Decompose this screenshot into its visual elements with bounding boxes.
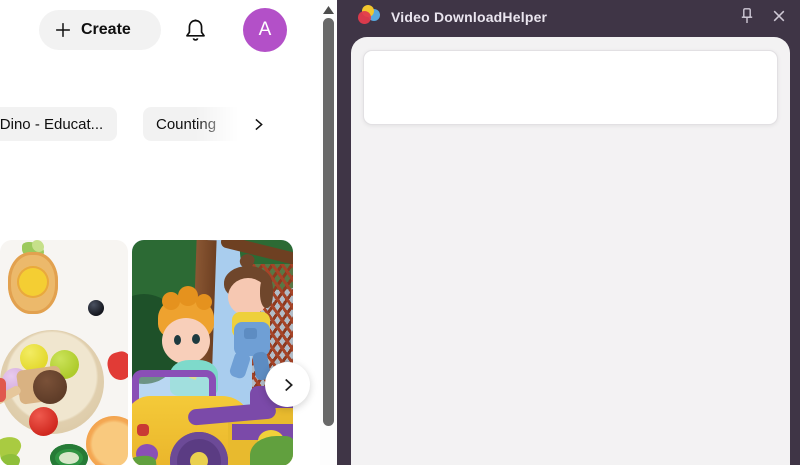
scrollbar-thumb[interactable] bbox=[323, 18, 334, 426]
kid1-curl bbox=[196, 294, 212, 310]
pineapple-center bbox=[17, 266, 49, 298]
chip-dino-educational[interactable]: Dino - Educat... bbox=[0, 107, 117, 141]
notifications-bell-icon bbox=[185, 18, 205, 41]
avatar[interactable]: A bbox=[243, 8, 287, 52]
chips-scroll-right-button[interactable] bbox=[246, 112, 270, 136]
plus-icon bbox=[56, 23, 70, 37]
car-taillight-red bbox=[137, 424, 149, 436]
orange-slice bbox=[86, 416, 128, 465]
kid1-curl bbox=[178, 286, 198, 306]
kid2-hair-side bbox=[260, 276, 273, 308]
pineapple-leaf bbox=[32, 240, 44, 252]
strawberry bbox=[104, 349, 128, 383]
logo-red-ball bbox=[358, 11, 371, 24]
kid1-eye bbox=[192, 334, 200, 344]
scrollbar[interactable] bbox=[320, 0, 337, 465]
video-thumbnail-cartoon-kids-car[interactable] bbox=[132, 240, 293, 465]
scroll-up-arrow-icon[interactable] bbox=[323, 6, 334, 14]
chip-label: Counting bbox=[156, 115, 217, 133]
create-button-label: Create bbox=[81, 21, 131, 38]
youtube-page: Create A Dino - Educat... Counting bbox=[0, 0, 337, 465]
car-wheel-hub bbox=[190, 452, 208, 465]
avatar-letter: A bbox=[258, 19, 272, 40]
close-button[interactable] bbox=[767, 4, 791, 28]
kid2-leg bbox=[228, 350, 252, 380]
pin-icon bbox=[741, 8, 753, 23]
hand-edge bbox=[0, 378, 6, 402]
chevron-right-icon bbox=[284, 378, 293, 391]
green-jar-center bbox=[59, 452, 79, 464]
pin-button[interactable] bbox=[735, 4, 759, 28]
kid2-overalls-pocket bbox=[244, 328, 257, 339]
downloadhelper-popup: Video DownloadHelper bbox=[337, 0, 800, 465]
downloads-empty-list-box bbox=[363, 50, 778, 125]
kid1-face bbox=[162, 318, 210, 364]
ball-red bbox=[29, 407, 58, 436]
notifications-button[interactable] bbox=[179, 14, 211, 46]
ball-brown bbox=[33, 370, 67, 404]
popup-content-panel bbox=[351, 37, 790, 465]
chip-label: Dino - Educat... bbox=[0, 115, 104, 133]
chip-counting[interactable]: Counting bbox=[143, 107, 244, 141]
video-thumbnail-toy-fruits[interactable] bbox=[0, 240, 128, 465]
downloadhelper-logo-icon bbox=[357, 5, 382, 29]
popup-title: Video DownloadHelper bbox=[391, 8, 548, 25]
carousel-next-button[interactable] bbox=[265, 362, 310, 407]
blueberry bbox=[88, 300, 104, 316]
popup-titlebar: Video DownloadHelper bbox=[337, 0, 800, 36]
green-leaf bbox=[0, 454, 20, 465]
create-button[interactable]: Create bbox=[39, 10, 161, 50]
close-icon bbox=[773, 10, 785, 22]
kid1-eye bbox=[174, 335, 181, 345]
screenshot-root: Create A Dino - Educat... Counting Video… bbox=[0, 0, 800, 465]
chevron-right-icon bbox=[254, 118, 263, 130]
